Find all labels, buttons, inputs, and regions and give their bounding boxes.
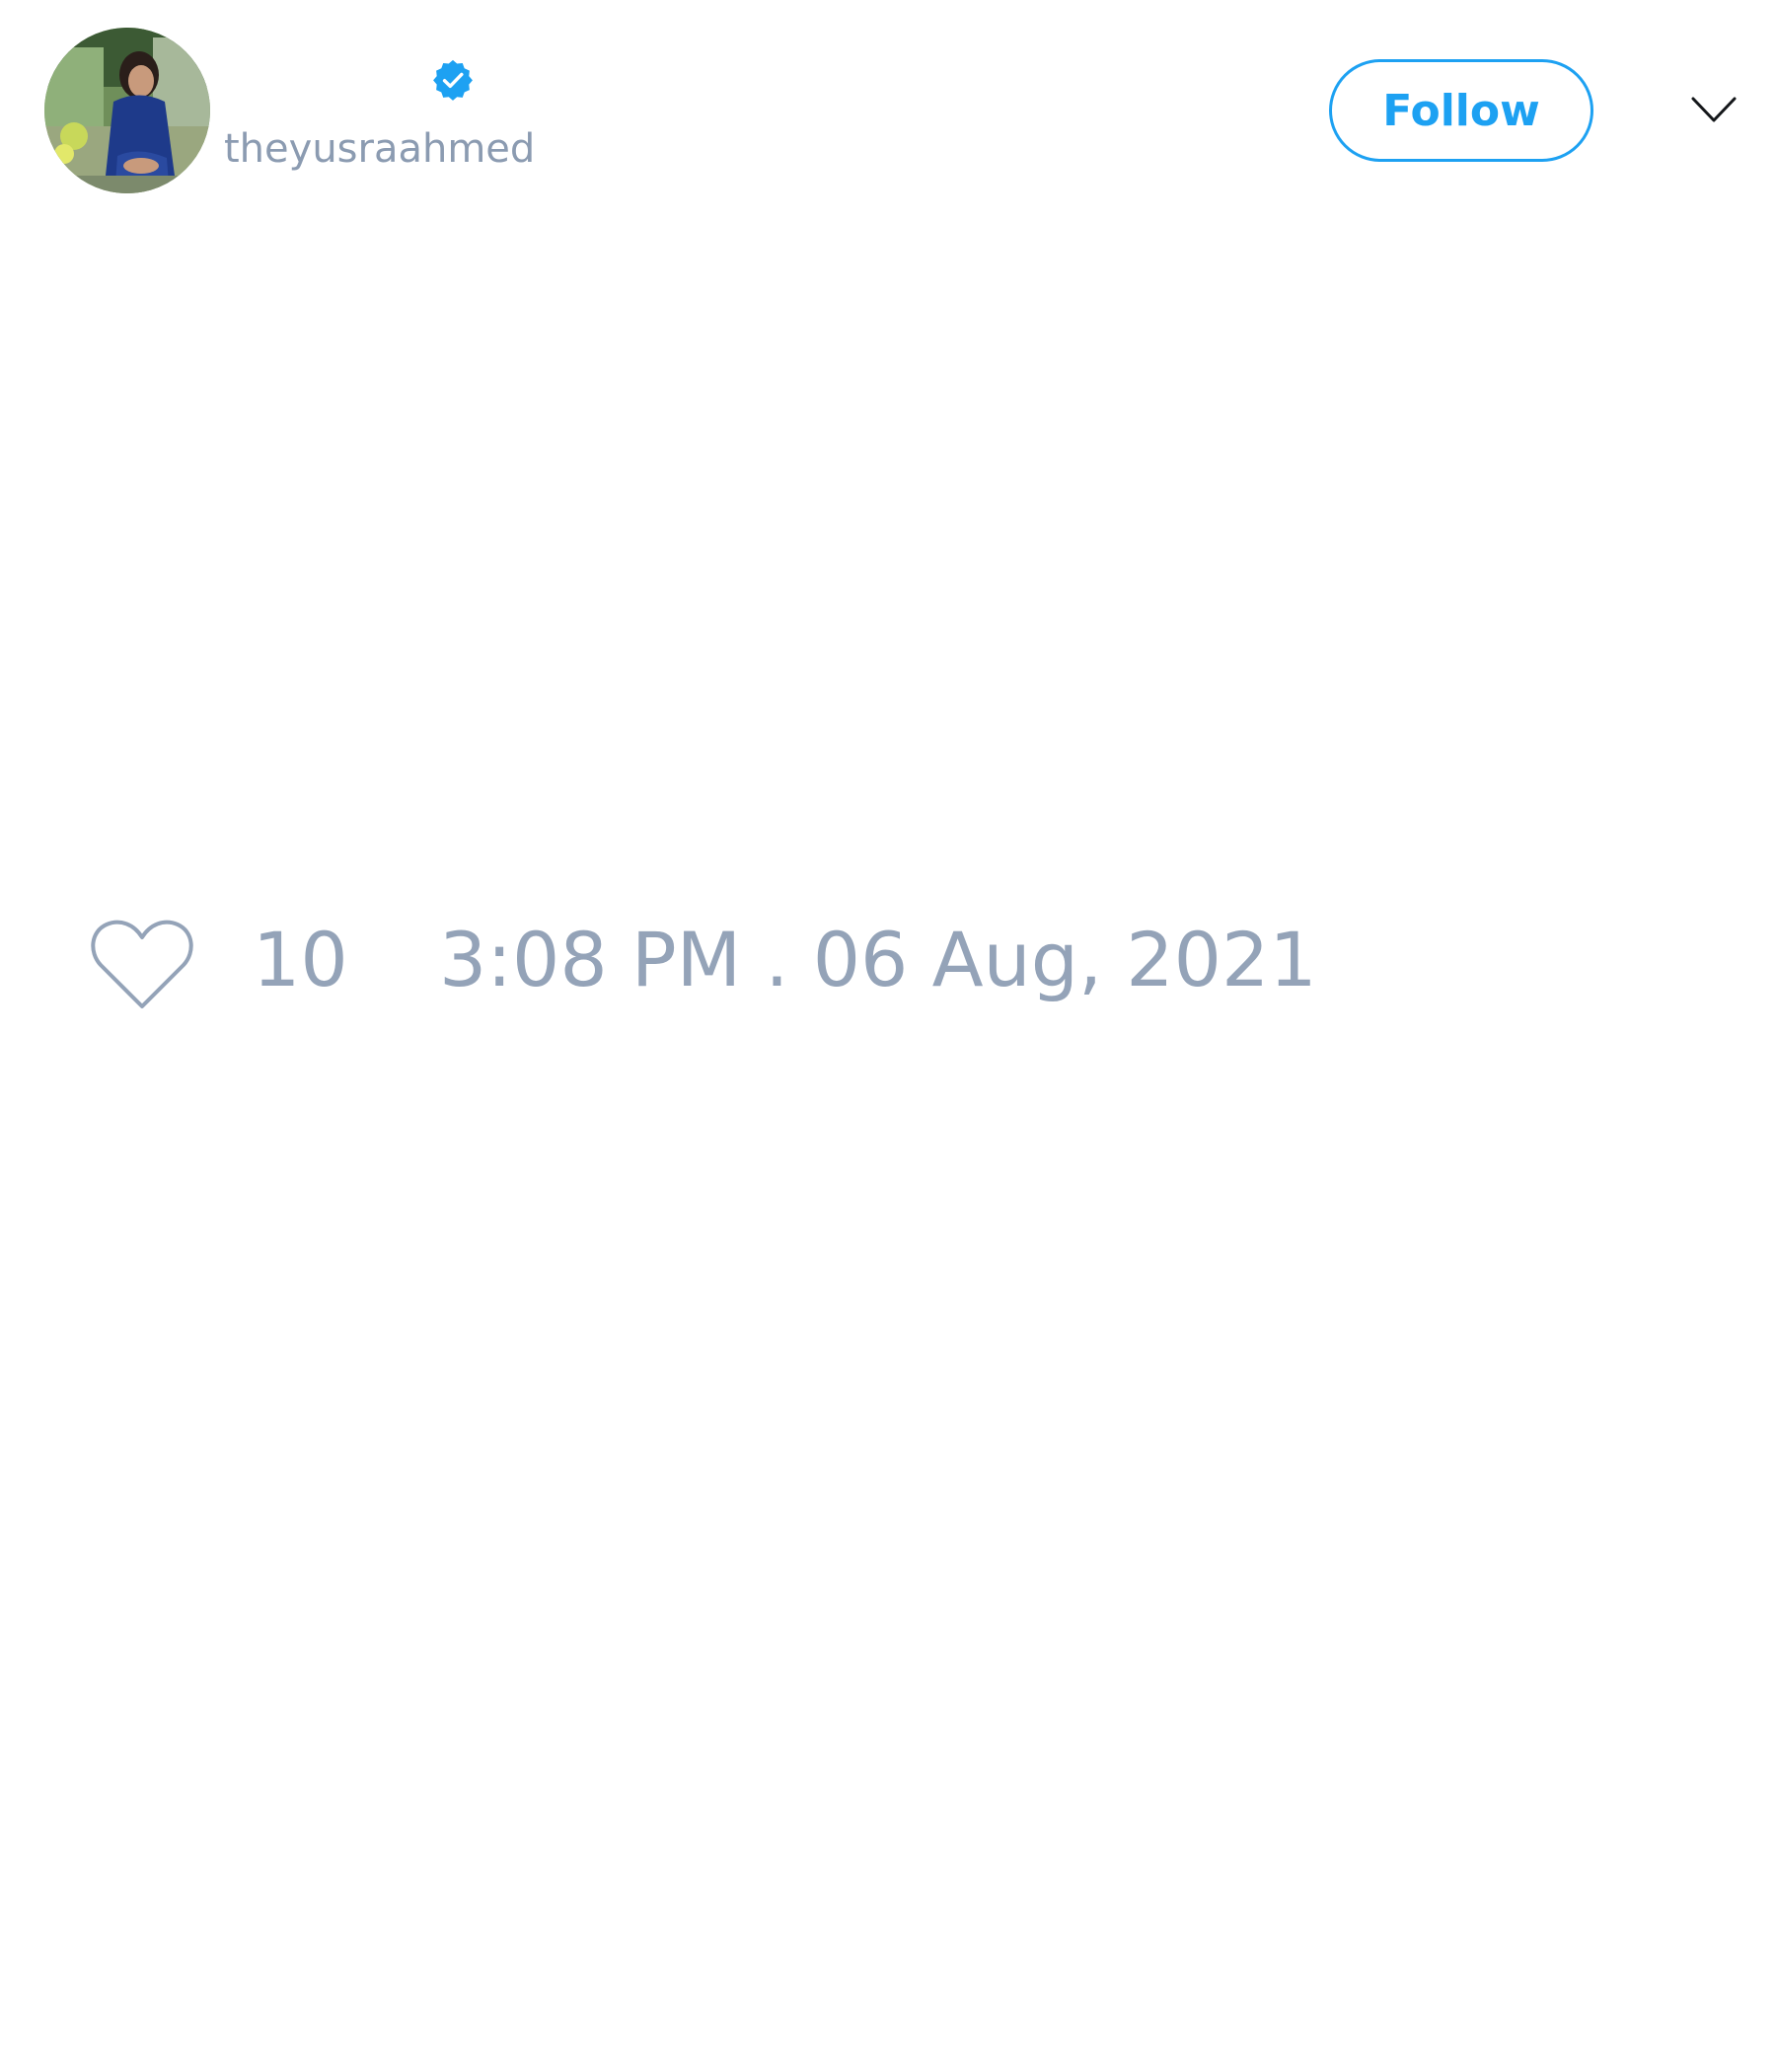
avatar[interactable] <box>44 28 210 193</box>
like-count: 10 <box>253 916 348 1003</box>
follow-button[interactable]: Follow <box>1329 59 1593 162</box>
tweet-timestamp[interactable]: 3:08 PM . 06 Aug, 2021 <box>439 923 1317 998</box>
verified-badge-icon <box>433 59 473 101</box>
heart-icon[interactable] <box>89 916 195 1014</box>
avatar-photo <box>44 28 210 193</box>
chevron-down-icon[interactable] <box>1689 89 1739 130</box>
author-handle[interactable]: theyusraahmed <box>224 126 535 172</box>
